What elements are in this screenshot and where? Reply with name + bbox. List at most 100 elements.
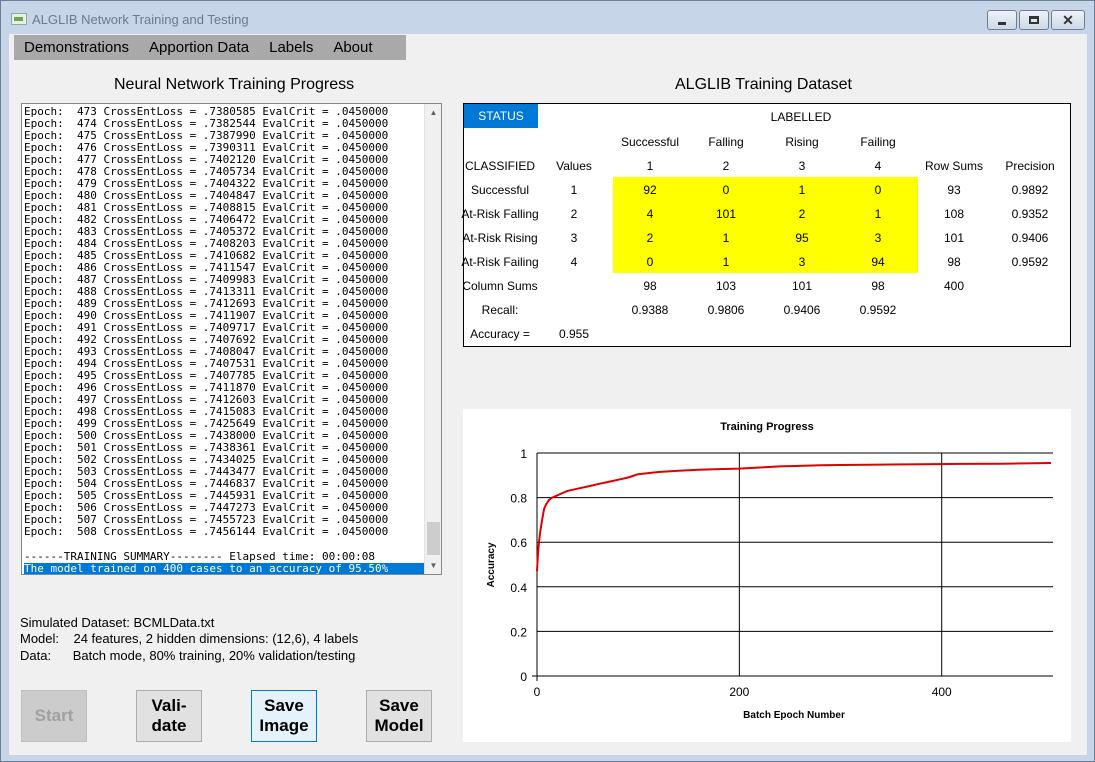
close-button[interactable]: ✕ (1051, 10, 1085, 30)
row-sums-header: Row Sums (924, 159, 984, 173)
accuracy-label: Accuracy = (470, 327, 530, 341)
recall-4: 0.9592 (859, 303, 897, 317)
save-model-label-line2: Model (374, 716, 424, 735)
matrix-cell: 3 (874, 231, 882, 245)
matrix-cell: 94 (871, 255, 885, 269)
y-tick-label: 1 (520, 447, 527, 461)
log-selected-line[interactable]: The model trained on 400 cases to an acc… (24, 563, 424, 574)
matrix-cell: 0 (646, 255, 654, 269)
column-sums-label: Column Sums (462, 279, 538, 293)
column-sum-4: 98 (871, 279, 885, 293)
y-tick-label: 0 (520, 670, 527, 684)
column-sum-2: 103 (715, 279, 737, 293)
x-tick-label: 200 (729, 685, 749, 699)
scroll-thumb[interactable] (427, 522, 440, 555)
row-value: 3 (570, 231, 578, 245)
save-image-button[interactable]: Save Image (251, 690, 317, 742)
y-tick-label: 0.8 (510, 492, 527, 506)
log-scrollbar[interactable]: ▲ ▼ (424, 104, 441, 574)
save-model-button[interactable]: Save Model (366, 690, 432, 742)
matrix-cell: 1 (722, 231, 730, 245)
y-tick-label: 0.4 (510, 581, 527, 595)
classified-header: CLASSIFIED (464, 159, 536, 173)
start-label: Start (34, 706, 74, 725)
matrix-cell: 0 (874, 183, 882, 197)
accuracy-value: 0.955 (558, 327, 590, 341)
log-line[interactable]: Epoch: 508 CrossEntLoss = .7456144 EvalC… (24, 526, 424, 538)
y-tick-label: 0.6 (510, 536, 527, 550)
validate-label-line1: Vali- (151, 696, 187, 715)
column-sum-3: 101 (791, 279, 813, 293)
col-value-4: 4 (874, 159, 882, 173)
log-summary-line[interactable]: ------TRAINING SUMMARY-------- Elapsed t… (24, 551, 424, 563)
validate-label-line2: date (151, 716, 187, 735)
save-model-label-line1: Save (379, 696, 419, 715)
row-sum: 108 (943, 207, 965, 221)
matrix-cell: 1 (798, 183, 806, 197)
x-tick-label: 400 (932, 685, 952, 699)
matrix-cell: 2 (646, 231, 654, 245)
matrix-cell: 101 (715, 207, 737, 221)
matrix-cell: 2 (798, 207, 806, 221)
column-sums-total: 400 (943, 279, 965, 293)
row-precision: 0.9406 (1011, 231, 1049, 245)
col-value-1: 1 (646, 159, 654, 173)
row-label: At-Risk Failing (461, 255, 539, 269)
row-value: 1 (570, 183, 578, 197)
menu-apportion-data[interactable]: Apportion Data (139, 35, 259, 60)
menu-labels[interactable]: Labels (259, 35, 323, 60)
app-icon (11, 13, 27, 25)
scroll-up-icon[interactable]: ▲ (425, 104, 441, 121)
log-lines: Epoch: 473 CrossEntLoss = .7380585 EvalC… (24, 106, 424, 538)
validate-button[interactable]: Vali- date (136, 690, 202, 742)
recall-1: 0.9388 (631, 303, 669, 317)
x-axis-title: Batch Epoch Number (743, 710, 845, 721)
labelled-header: LABELLED (770, 110, 832, 124)
row-sum: 101 (943, 231, 965, 245)
training-progress-chart: 0 0.2 0.4 0.6 0.8 1 0 200 400 Training Progress Ba… (463, 409, 1071, 742)
row-label: At-Risk Falling (461, 207, 539, 221)
confusion-matrix-panel: STATUS LABELLED Successful Falling Risin… (461, 103, 1071, 347)
start-button[interactable]: Start (21, 690, 87, 742)
row-sum: 93 (947, 183, 961, 197)
matrix-cell: 95 (795, 231, 809, 245)
maximize-button[interactable] (1019, 10, 1049, 30)
menu-bar: Demonstrations Apportion Data Labels Abo… (14, 35, 406, 60)
precision-header: Precision (1005, 159, 1055, 173)
menu-about[interactable]: About (323, 35, 382, 60)
accuracy-series-line (536, 462, 1052, 572)
row-value: 4 (570, 255, 578, 269)
row-precision: 0.9352 (1011, 207, 1049, 221)
recall-3: 0.9406 (783, 303, 821, 317)
matrix-cell: 4 (646, 207, 654, 221)
row-precision: 0.9592 (1011, 255, 1049, 269)
client-area: Demonstrations Apportion Data Labels Abo… (9, 34, 1087, 755)
recall-2: 0.9806 (707, 303, 745, 317)
title-bar[interactable]: ALGLIB Network Training and Testing ✕ (1, 1, 1094, 35)
col-value-3: 3 (798, 159, 806, 173)
matrix-cell: 3 (798, 255, 806, 269)
training-progress-heading: Neural Network Training Progress (114, 76, 355, 93)
chart-title: Training Progress (720, 421, 814, 433)
status-tab[interactable]: STATUS (464, 104, 538, 128)
close-icon: ✕ (1062, 12, 1074, 28)
row-sum: 98 (947, 255, 961, 269)
row-precision: 0.9892 (1011, 183, 1049, 197)
chart-svg: 0 0.2 0.4 0.6 0.8 1 0 200 400 Training Progress Ba… (486, 421, 1053, 721)
dataset-info: Simulated Dataset: BCMLData.txt (20, 615, 215, 630)
model-info: Model: 24 features, 2 hidden dimensions:… (20, 631, 359, 646)
minimize-button[interactable] (987, 10, 1017, 30)
y-axis-title: Accuracy (486, 542, 497, 587)
save-image-label-line1: Save (264, 696, 304, 715)
menu-demonstrations[interactable]: Demonstrations (14, 35, 139, 60)
values-header: Values (556, 159, 592, 173)
row-label: At-Risk Rising (462, 231, 538, 245)
col-name-falling: Falling (708, 135, 744, 149)
row-value: 2 (570, 207, 578, 221)
save-image-label-line2: Image (259, 716, 309, 735)
training-log-listbox[interactable]: Epoch: 473 CrossEntLoss = .7380585 EvalC… (21, 103, 442, 575)
col-value-2: 2 (722, 159, 730, 173)
minimize-icon (998, 21, 1006, 25)
matrix-cell: 1 (874, 207, 882, 221)
scroll-down-icon[interactable]: ▼ (425, 557, 441, 574)
